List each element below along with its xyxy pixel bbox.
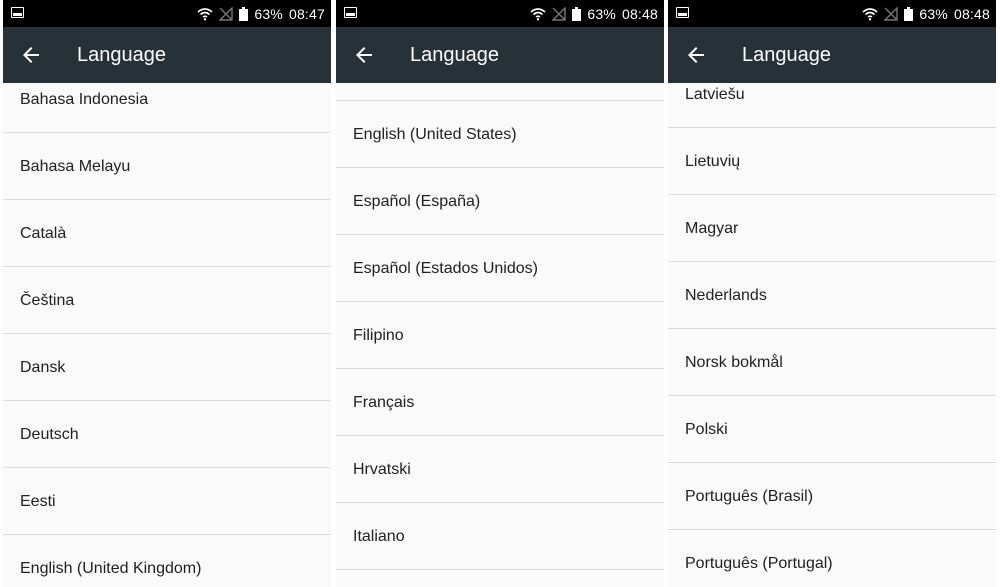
battery-icon (904, 6, 914, 21)
arrow-left-icon[interactable] (684, 43, 708, 67)
language-label: Italiano (353, 528, 405, 545)
language-label: Nederlands (685, 287, 767, 304)
battery-percent: 63% (587, 5, 616, 22)
battery-icon (239, 6, 249, 21)
list-item[interactable]: English (United States) (336, 102, 664, 168)
list-item[interactable]: Eesti (3, 469, 331, 535)
image-notification-icon (676, 7, 689, 18)
list-item[interactable]: Nederlands (668, 263, 996, 329)
list-item[interactable]: Dansk (3, 335, 331, 401)
status-time: 08:48 (621, 5, 658, 22)
arrow-left-icon[interactable] (352, 43, 376, 67)
page-title: Language (77, 44, 166, 66)
list-item[interactable]: English (United Kingdom) (3, 536, 331, 587)
list-item[interactable]: Polski (668, 397, 996, 463)
language-list: Latviešu Lietuvių Magyar Nederlands Nors… (668, 83, 996, 587)
list-item[interactable]: Norsk bokmål (668, 330, 996, 396)
language-label: Eesti (20, 493, 56, 510)
list-item[interactable]: Français (336, 370, 664, 436)
language-label: Magyar (685, 220, 739, 237)
language-screen-3: 63% 08:48 Language Latviešu Lietuvių Mag… (668, 0, 996, 587)
language-label: Norsk bokmål (685, 354, 783, 371)
language-label: Español (Estados Unidos) (353, 260, 538, 277)
language-screen-1: 63% 08:47 Language Bahasa Indonesia Baha… (3, 0, 331, 587)
status-bar: 63% 08:48 (336, 0, 664, 27)
wifi-icon (862, 7, 878, 21)
language-label: Français (353, 394, 415, 411)
wifi-icon (530, 7, 546, 21)
language-label: Latviešu (685, 86, 745, 103)
status-time: 08:48 (953, 5, 990, 22)
list-item[interactable]: Filipino (336, 303, 664, 369)
language-label: Español (España) (353, 193, 481, 210)
status-bar: 63% 08:48 (668, 0, 996, 27)
arrow-left-icon[interactable] (19, 43, 43, 67)
list-item[interactable]: Português (Portugal) (668, 531, 996, 587)
list-item[interactable]: Español (Estados Unidos) (336, 236, 664, 302)
battery-icon (572, 6, 582, 21)
list-item[interactable]: Hrvatski (336, 437, 664, 503)
screens-container: 63% 08:47 Language Bahasa Indonesia Baha… (0, 0, 1000, 587)
list-item[interactable]: Magyar (668, 196, 996, 262)
language-list: Bahasa Indonesia Bahasa Melayu Català Če… (3, 83, 331, 587)
app-bar: Language (336, 27, 664, 83)
page-title: Language (410, 44, 499, 66)
battery-percent: 63% (919, 5, 948, 22)
status-bar: 63% 08:47 (3, 0, 331, 27)
status-icons: 63% 08:48 (530, 0, 658, 27)
status-icons: 63% 08:47 (197, 0, 325, 27)
language-label: Deutsch (20, 426, 79, 443)
language-label: Dansk (20, 359, 66, 376)
language-list: English (United States) Español (España)… (336, 83, 664, 587)
page-title: Language (742, 44, 831, 66)
no-signal-icon (884, 6, 899, 21)
list-item[interactable]: Latviešu (668, 83, 996, 128)
no-signal-icon (219, 6, 234, 21)
language-label: Português (Brasil) (685, 488, 814, 505)
language-label: Hrvatski (353, 461, 411, 478)
list-item[interactable]: Deutsch (3, 402, 331, 468)
app-bar: Language (668, 27, 996, 83)
language-label: English (United States) (353, 126, 517, 143)
status-icons: 63% 08:48 (862, 0, 990, 27)
wifi-icon (197, 7, 213, 21)
image-notification-icon (344, 7, 357, 18)
list-item[interactable]: Català (3, 201, 331, 267)
language-label: Lietuvių (685, 153, 741, 170)
list-item[interactable] (336, 83, 664, 101)
list-item[interactable]: Español (España) (336, 169, 664, 235)
language-label: Bahasa Melayu (20, 158, 131, 175)
language-screen-2: 63% 08:48 Language English (United State… (336, 0, 664, 587)
language-label: Català (20, 225, 67, 242)
list-item[interactable]: Bahasa Melayu (3, 134, 331, 200)
language-label: Polski (685, 421, 728, 438)
image-notification-icon (11, 7, 24, 18)
language-label: Bahasa Indonesia (20, 91, 149, 108)
battery-percent: 63% (254, 5, 283, 22)
no-signal-icon (552, 6, 567, 21)
list-item[interactable]: Čeština (3, 268, 331, 334)
language-label: Português (Portugal) (685, 555, 833, 572)
status-time: 08:47 (288, 5, 325, 22)
language-label: English (United Kingdom) (20, 560, 202, 577)
list-item[interactable]: Lietuvių (668, 129, 996, 195)
language-label: Čeština (20, 292, 75, 309)
app-bar: Language (3, 27, 331, 83)
list-item[interactable]: Português (Brasil) (668, 464, 996, 530)
list-item[interactable]: Bahasa Indonesia (3, 83, 331, 133)
language-label: Filipino (353, 327, 404, 344)
list-item[interactable]: Italiano (336, 504, 664, 570)
